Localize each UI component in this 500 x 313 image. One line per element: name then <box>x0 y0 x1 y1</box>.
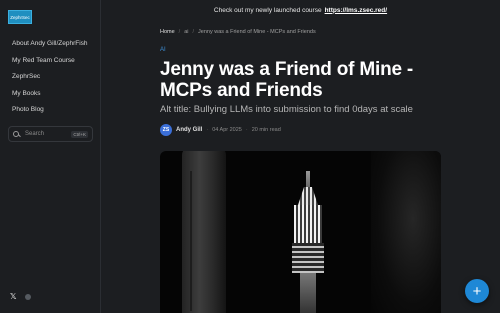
sidebar-item-red-team-course[interactable]: My Red Team Course <box>12 57 88 74</box>
tree-trunk <box>182 151 226 313</box>
post-meta: ZS Andy Gill · 04 Apr 2025 · 20 min read <box>160 124 281 136</box>
tower-base <box>300 273 316 313</box>
breadcrumb: Home / ai / Jenny was a Friend of Mine -… <box>160 29 316 35</box>
tower-upper <box>294 205 322 243</box>
avatar[interactable]: ZS <box>160 124 172 136</box>
x-logo-icon[interactable]: 𝕏 <box>10 292 16 301</box>
sidebar-item-zephrsec[interactable]: ZephrSec <box>12 73 88 90</box>
post-date: 04 Apr 2025 <box>212 127 242 133</box>
read-time: 20 min read <box>251 127 281 133</box>
breadcrumb-current: Jenny was a Friend of Mine - MCPs and Fr… <box>198 29 316 35</box>
tower-spire <box>306 171 310 189</box>
search-icon <box>13 130 20 138</box>
search-input[interactable]: Search Ctrl+K <box>8 126 93 142</box>
tower-crown <box>298 187 318 205</box>
sidebar-item-my-books[interactable]: My Books <box>12 90 88 107</box>
foliage <box>371 151 441 313</box>
add-button[interactable]: + <box>465 279 489 303</box>
breadcrumb-separator: / <box>192 29 195 35</box>
post-tag[interactable]: AI <box>160 47 166 53</box>
hero-image <box>160 151 441 313</box>
announcement-text: Check out my newly launched course <box>213 6 322 14</box>
site-logo[interactable]: ZephrSec <box>8 10 32 24</box>
breadcrumb-separator: / <box>178 29 181 35</box>
sidebar: ZephrSec About Andy Gill/ZephrFish My Re… <box>0 0 101 313</box>
post-subtitle: Alt title: Bullying LLMs into submission… <box>160 104 413 115</box>
author-name[interactable]: Andy Gill <box>176 127 202 133</box>
announcement-bar: Check out my newly launched course https… <box>101 0 500 20</box>
course-link[interactable]: https://lms.zsec.red/ <box>325 7 388 14</box>
breadcrumb-section[interactable]: ai <box>184 29 188 35</box>
search-shortcut-badge: Ctrl+K <box>71 130 88 138</box>
sidebar-nav: About Andy Gill/ZephrFish My Red Team Co… <box>12 40 88 123</box>
post-title: Jenny was a Friend of Mine - MCPs and Fr… <box>160 59 414 101</box>
social-links: 𝕏 <box>10 292 32 301</box>
search-placeholder: Search <box>25 131 45 137</box>
tower-middle <box>292 243 324 273</box>
breadcrumb-home[interactable]: Home <box>160 29 175 35</box>
sidebar-item-photo-blog[interactable]: Photo Blog <box>12 106 88 123</box>
illuminated-tower <box>290 171 326 313</box>
github-icon[interactable] <box>25 293 32 300</box>
meta-separator: · <box>245 127 248 133</box>
meta-separator: · <box>206 127 209 133</box>
sidebar-item-about[interactable]: About Andy Gill/ZephrFish <box>12 40 88 57</box>
tree-bark <box>190 171 192 311</box>
